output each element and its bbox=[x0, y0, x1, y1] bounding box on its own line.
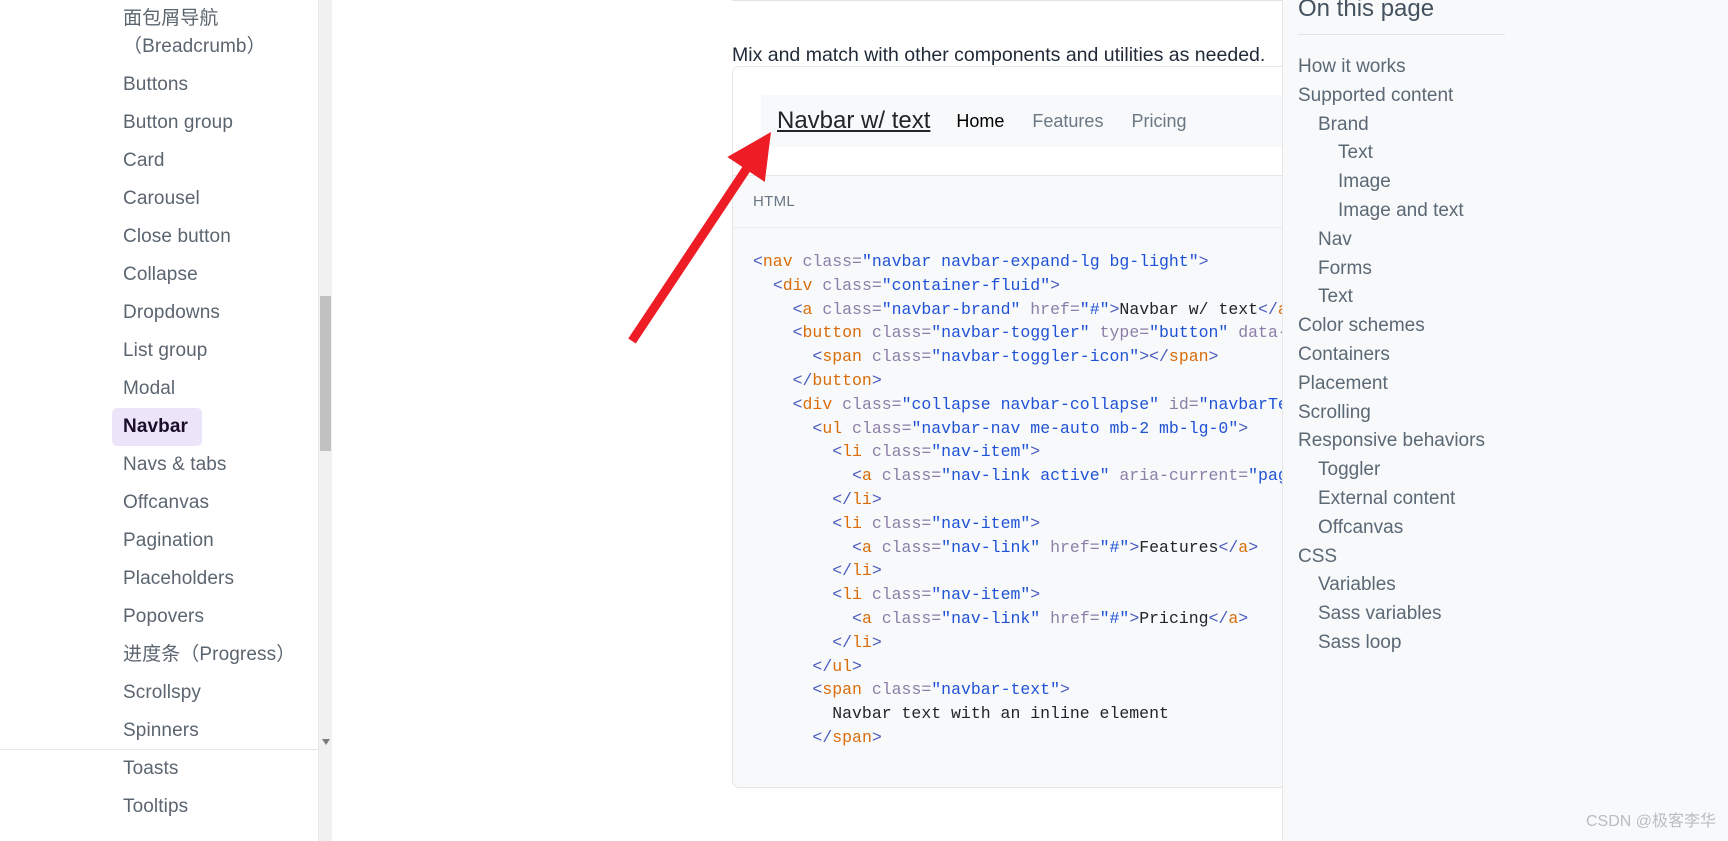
toc-item-text[interactable]: Text bbox=[1298, 139, 1728, 168]
sidebar-item-tooltips[interactable]: Tooltips bbox=[123, 788, 322, 826]
toc-item-placement[interactable]: Placement bbox=[1298, 370, 1728, 399]
sidebar-item-进度条-progress[interactable]: 进度条（Progress） bbox=[123, 636, 322, 674]
navbar-link-pricing[interactable]: Pricing bbox=[1131, 111, 1186, 132]
sidebar-bottom-divider bbox=[0, 749, 318, 750]
sidebar-item-pagination[interactable]: Pagination bbox=[123, 522, 322, 560]
toc-item-toggler[interactable]: Toggler bbox=[1298, 456, 1728, 485]
navbar-brand-link[interactable]: Navbar w/ text bbox=[777, 107, 930, 135]
sidebar-item-navbar[interactable]: Navbar bbox=[112, 408, 203, 446]
watermark: CSDN @极客李华 bbox=[1585, 813, 1716, 830]
code-line: <ul class="navbar-nav me-auto mb-2 mb-lg… bbox=[812, 418, 1249, 438]
toc-item-offcanvas[interactable]: Offcanvas bbox=[1298, 514, 1728, 543]
code-line: <span class="navbar-toggler-icon"></span… bbox=[812, 347, 1219, 367]
code-language-label: HTML bbox=[753, 193, 796, 210]
sidebar-item-close-button[interactable]: Close button bbox=[123, 218, 322, 256]
sidebar-item-placeholders[interactable]: Placeholders bbox=[123, 560, 322, 598]
on-this-page-divider bbox=[1298, 34, 1505, 35]
toc-item-how-it-works[interactable]: How it works bbox=[1298, 53, 1728, 82]
example-card: Navbar w/ text Home Features Pricing Navba… bbox=[732, 66, 1282, 788]
code-line: <div class="container-fluid"> bbox=[772, 275, 1060, 295]
code-line: <span class="navbar-text"> bbox=[812, 680, 1070, 700]
on-this-page-list: How it works Supported content Brand Text Im… bbox=[1290, 41, 1728, 658]
toc-item-scrolling[interactable]: Scrolling bbox=[1298, 399, 1728, 428]
code-line: <a class="nav-link" href="#">Features</a… bbox=[852, 537, 1259, 557]
sidebar-item-list-group[interactable]: List group bbox=[123, 332, 322, 370]
toc-item-supported-content[interactable]: Supported content bbox=[1298, 82, 1728, 111]
sidebar-item-toasts[interactable]: Toasts bbox=[123, 750, 322, 788]
navbar-link-home[interactable]: Home bbox=[956, 111, 1004, 132]
code-line: </li> bbox=[832, 489, 882, 509]
toc-item-css[interactable]: CSS bbox=[1298, 543, 1728, 572]
toc-item-brand[interactable]: Brand bbox=[1298, 111, 1728, 140]
code-line: Navbar text with an inline element bbox=[753, 704, 1169, 724]
sidebar-item-buttons[interactable]: Buttons bbox=[123, 66, 322, 104]
toc-item-image[interactable]: Image bbox=[1298, 168, 1728, 197]
sidebar-item-navs-tabs[interactable]: Navs & tabs bbox=[123, 446, 322, 484]
code-block[interactable]: <nav class="navbar navbar-expand-lg bg-l… bbox=[733, 227, 1282, 787]
toc-item-sass-variables[interactable]: Sass variables bbox=[1298, 600, 1728, 629]
page-root: 面包屑导航 （Breadcrumb） Buttons Button group Car… bbox=[0, 0, 1728, 841]
content-top-divider bbox=[732, 0, 1282, 1]
toc-item-external-content[interactable]: External content bbox=[1298, 485, 1728, 514]
code-line: <li class="nav-item"> bbox=[832, 513, 1041, 533]
sidebar-scrollbar-thumb[interactable] bbox=[320, 296, 331, 451]
code-line: </span> bbox=[812, 727, 882, 747]
code-line: <div class="collapse navbar-collapse" id… bbox=[792, 394, 1282, 414]
sidebar-item-collapse[interactable]: Collapse bbox=[123, 256, 322, 294]
navbar-link-features[interactable]: Features bbox=[1032, 111, 1103, 132]
code-text: <nav class="navbar navbar-expand-lg bg-l… bbox=[733, 250, 1282, 750]
navbar-preview: Navbar w/ text HomeFeaturesPricing Navba… bbox=[761, 95, 1282, 147]
code-line: <nav class="navbar navbar-expand-lg bg-l… bbox=[753, 252, 1209, 271]
toc-item-nav[interactable]: Nav bbox=[1298, 226, 1728, 255]
sidebar-item-button-group[interactable]: Button group bbox=[123, 104, 322, 142]
example-preview: Navbar w/ text HomeFeaturesPricing Navba… bbox=[733, 67, 1282, 175]
sidebar-item-carousel[interactable]: Carousel bbox=[123, 180, 322, 218]
toc-item-image-and-text[interactable]: Image and text bbox=[1298, 197, 1728, 226]
left-sidebar: 面包屑导航 （Breadcrumb） Buttons Button group Car… bbox=[0, 0, 362, 841]
code-line: <li class="nav-item"> bbox=[832, 442, 1041, 462]
sidebar-item-dropdowns[interactable]: Dropdowns bbox=[123, 294, 322, 332]
components-nav: 面包屑导航 （Breadcrumb） Buttons Button group Car… bbox=[0, 0, 340, 841]
code-line: </li> bbox=[832, 632, 882, 652]
sidebar-item-spinners[interactable]: Spinners bbox=[123, 712, 322, 750]
sidebar-item-scrollspy[interactable]: Scrollspy bbox=[123, 674, 322, 712]
code-line: </ul> bbox=[812, 656, 862, 676]
sidebar-item-offcanvas[interactable]: Offcanvas bbox=[123, 484, 322, 522]
code-line: </button> bbox=[792, 370, 882, 390]
toc-item-variables[interactable]: Variables bbox=[1298, 571, 1728, 600]
code-line: <li class="nav-item"> bbox=[832, 585, 1041, 605]
main-content: Mix and match with other components and … bbox=[362, 0, 1282, 841]
code-toolbar: HTML bbox=[733, 175, 1282, 227]
navbar-links: Home Features Pricing bbox=[956, 111, 1186, 132]
on-this-page-title: On this page bbox=[1298, 0, 1435, 22]
toc-item-forms[interactable]: Forms bbox=[1298, 255, 1728, 284]
lead-paragraph: Mix and match with other components and … bbox=[732, 43, 1266, 66]
code-line: <a class="nav-link" href="#">Pricing</a> bbox=[852, 608, 1249, 628]
toc-item-sass-loop[interactable]: Sass loop bbox=[1298, 629, 1728, 658]
sidebar-item-modal[interactable]: Modal bbox=[123, 370, 322, 408]
toc-item-containers[interactable]: Containers bbox=[1298, 341, 1728, 370]
toc-item-color-schemes[interactable]: Color schemes bbox=[1298, 312, 1728, 341]
sidebar-item-popovers[interactable]: Popovers bbox=[123, 598, 322, 636]
code-line: <a class="navbar-brand" href="#">Navbar … bbox=[792, 299, 1282, 319]
toc-item-text[interactable]: Text bbox=[1298, 283, 1728, 312]
toc-item-responsive-behaviors[interactable]: Responsive behaviors bbox=[1298, 427, 1728, 456]
code-line: <a class="nav-link active" aria-current=… bbox=[852, 466, 1282, 486]
code-line: </li> bbox=[832, 561, 882, 581]
sidebar-item-card[interactable]: Card bbox=[123, 142, 322, 180]
right-sidebar: On this page How it works Supported conte… bbox=[1282, 0, 1728, 841]
scrollbar-down-arrow-icon[interactable] bbox=[319, 735, 332, 749]
code-line: <button class="navbar-toggler" type="but… bbox=[792, 323, 1282, 343]
sidebar-item-面包屑导航-breadcrumb[interactable]: 面包屑导航 （Breadcrumb） bbox=[123, 0, 322, 66]
